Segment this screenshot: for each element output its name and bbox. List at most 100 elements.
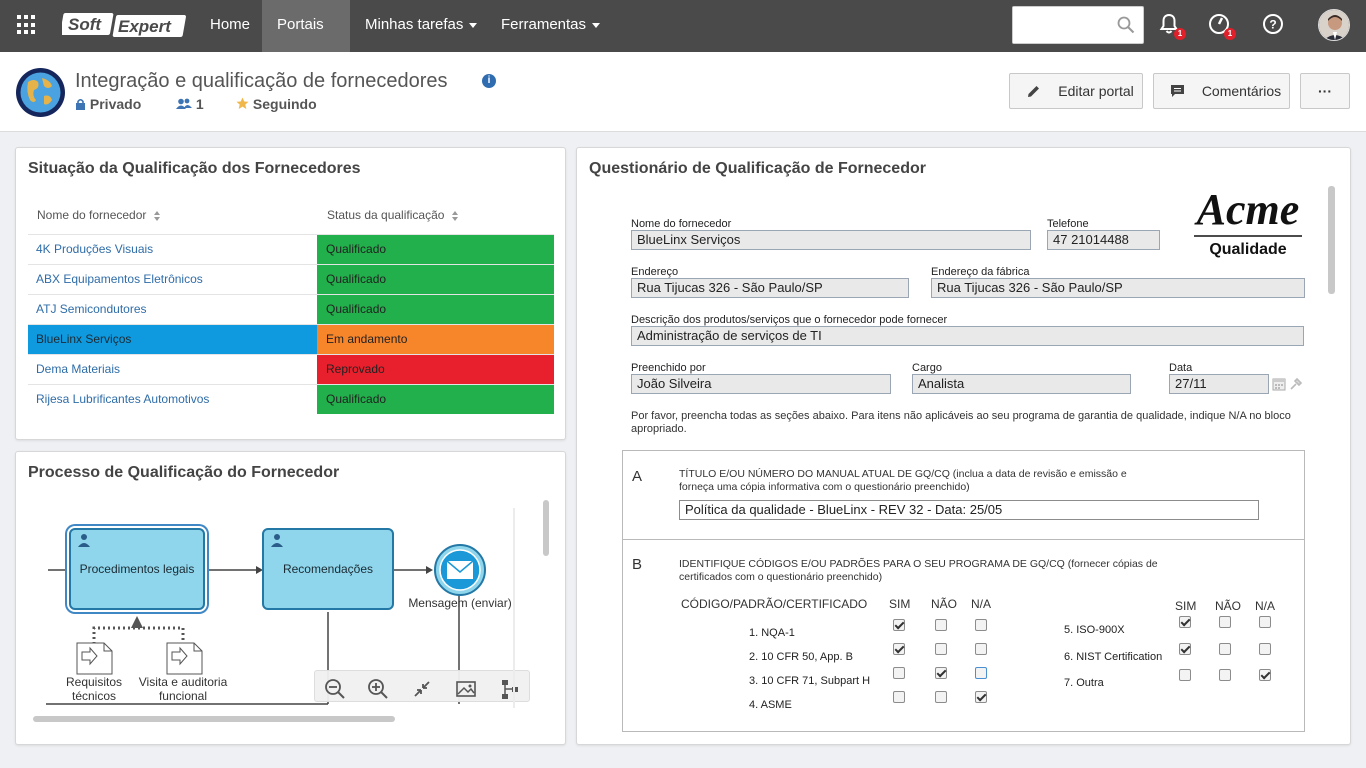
table-row[interactable]: Rijesa Lubrificantes Automotivos Qualific… (28, 384, 554, 414)
document-requisitos-tecnicos[interactable]: Requisitos técnicos (56, 675, 132, 703)
certificate-item-label: 2. 10 CFR 50, App. B (749, 651, 853, 663)
user-task-icon (78, 534, 90, 547)
section-b-description: IDENTIFIQUE CÓDIGOS E/OU PADRÕES PARA O … (679, 558, 1158, 583)
checkbox-nao[interactable] (1219, 669, 1231, 681)
supplier-name-cell[interactable]: ATJ Semicondutores (28, 295, 317, 324)
phone-field[interactable]: 47 21014488 (1047, 230, 1160, 250)
checkbox-na[interactable] (975, 643, 987, 655)
checkbox-sim[interactable] (893, 643, 905, 655)
checkbox-nao[interactable] (935, 619, 947, 631)
checkbox-nao[interactable] (1219, 616, 1231, 628)
more-options-button[interactable]: ··· (1300, 73, 1350, 109)
document-visita-auditoria[interactable]: Visita e auditoria funcional (134, 675, 232, 703)
certificate-item-label: 1. NQA-1 (749, 627, 795, 639)
visibility-label: Privado (75, 96, 141, 112)
top-navigation-bar: Soft Expert Home Portais Minhas tarefas … (0, 0, 1366, 78)
checkbox-nao[interactable] (935, 643, 947, 655)
phone-label: Telefone (1047, 218, 1089, 230)
nav-home[interactable]: Home (195, 0, 265, 52)
search-input[interactable] (1013, 7, 1113, 43)
activity-gauge-icon[interactable]: 1 (1207, 12, 1236, 40)
nav-portais[interactable]: Portais (262, 0, 350, 78)
section-a-description: TÍTULO E/OU NÚMERO DO MANUAL ATUAL DE GQ… (679, 468, 1127, 493)
pencil-icon (1028, 86, 1039, 97)
supplier-name-cell[interactable]: 4K Produções Visuais (28, 235, 317, 264)
quality-manual-field[interactable]: Política da qualidade - BlueLinx - REV 3… (679, 500, 1259, 520)
supplier-name-cell[interactable]: Rijesa Lubrificantes Automotivos (28, 385, 317, 414)
table-row[interactable]: ABX Equipamentos Eletrônicos Qualificado (28, 264, 554, 294)
svg-text:Acme: Acme (1194, 185, 1300, 234)
supplier-name-cell[interactable]: Dema Materiais (28, 355, 317, 384)
user-avatar[interactable] (1318, 9, 1350, 41)
nav-ferramentas[interactable]: Ferramentas (486, 0, 615, 52)
column-header-supplier[interactable]: Nome do fornecedor (37, 208, 160, 222)
checkbox-sim[interactable] (1179, 669, 1191, 681)
table-row[interactable]: 4K Produções Visuais Qualificado (28, 234, 554, 264)
checkbox-na[interactable] (1259, 669, 1271, 681)
zoom-out-icon[interactable] (324, 678, 346, 700)
members-count[interactable]: 1 (176, 96, 204, 112)
factory-address-field[interactable]: Rua Tijucas 326 - São Paulo/SP (931, 278, 1305, 298)
calendar-icon[interactable] (1272, 377, 1286, 391)
checkbox-sim[interactable] (893, 691, 905, 703)
checkbox-na[interactable] (975, 667, 987, 679)
role-field[interactable]: Analista (912, 374, 1131, 394)
comments-button[interactable]: Comentários (1153, 73, 1290, 109)
task-procedimentos-legais[interactable]: Procedimentos legais (69, 528, 205, 610)
products-field[interactable]: Administração de serviços de TI (631, 326, 1304, 346)
option-header-nao: NÃO (1215, 599, 1242, 613)
checkbox-nao[interactable] (1219, 643, 1231, 655)
task-recomendacoes[interactable]: Recomendações (262, 528, 394, 610)
supplier-name-field[interactable]: BlueLinx Serviços (631, 230, 1031, 250)
date-field[interactable]: 27/11 (1169, 374, 1269, 394)
notifications-icon[interactable]: 1 (1157, 12, 1186, 40)
help-icon[interactable]: ? (1261, 12, 1287, 38)
checkbox-na[interactable] (975, 619, 987, 631)
address-field[interactable]: Rua Tijucas 326 - São Paulo/SP (631, 278, 909, 298)
table-row[interactable]: ATJ Semicondutores Qualificado (28, 294, 554, 324)
certificate-item-label: 4. ASME (749, 699, 792, 711)
option-header-na: N/A (1255, 599, 1276, 613)
following-status[interactable]: Seguindo (236, 96, 317, 112)
nav-minhas-tarefas[interactable]: Minhas tarefas (350, 0, 492, 52)
users-icon (176, 98, 192, 109)
certificate-item-label: 6. NIST Certification (1064, 651, 1163, 663)
supplier-name-cell[interactable]: ABX Equipamentos Eletrônicos (28, 265, 317, 294)
checkbox-sim[interactable] (893, 667, 905, 679)
checkbox-na[interactable] (1259, 616, 1271, 628)
column-header-status[interactable]: Status da qualificação (327, 208, 458, 222)
zoom-in-icon[interactable] (367, 678, 389, 700)
checkbox-sim[interactable] (1179, 643, 1191, 655)
svg-text:?: ? (1269, 18, 1276, 32)
vertical-scrollbar[interactable] (1328, 186, 1335, 294)
horizontal-scrollbar[interactable] (33, 716, 395, 722)
globe-icon (16, 68, 65, 117)
search-box (1012, 6, 1144, 44)
vertical-scrollbar[interactable] (543, 500, 549, 556)
checkbox-nao[interactable] (935, 667, 947, 679)
info-icon[interactable]: i (482, 74, 496, 88)
checkbox-sim[interactable] (1179, 616, 1191, 628)
filled-by-field[interactable]: João Silveira (631, 374, 891, 394)
checkbox-sim[interactable] (893, 619, 905, 631)
table-row[interactable]: BlueLinx Serviços Em andamento (28, 324, 554, 354)
edit-portal-button[interactable]: Editar portal (1009, 73, 1143, 109)
fit-to-screen-icon[interactable] (411, 678, 433, 700)
checkbox-na[interactable] (975, 691, 987, 703)
message-event-label: Mensagem (enviar) (408, 596, 512, 610)
checkbox-na[interactable] (1259, 643, 1271, 655)
softexpert-logo[interactable]: Soft Expert (62, 11, 188, 39)
clear-date-icon[interactable] (1289, 377, 1303, 391)
app-launcher-icon[interactable] (17, 15, 37, 35)
role-label: Cargo (912, 362, 942, 374)
section-letter: A (632, 468, 643, 485)
factory-address-label: Endereço da fábrica (931, 266, 1030, 278)
export-image-icon[interactable] (455, 678, 477, 700)
supplier-name-cell[interactable]: BlueLinx Serviços (28, 325, 317, 354)
acme-logo: Acme Qualidade (1190, 184, 1306, 262)
hierarchy-icon[interactable] (499, 678, 521, 700)
checkbox-nao[interactable] (935, 691, 947, 703)
search-icon[interactable] (1117, 16, 1135, 34)
option-header-sim: SIM (1175, 599, 1197, 613)
table-row[interactable]: Dema Materiais Reprovado (28, 354, 554, 384)
